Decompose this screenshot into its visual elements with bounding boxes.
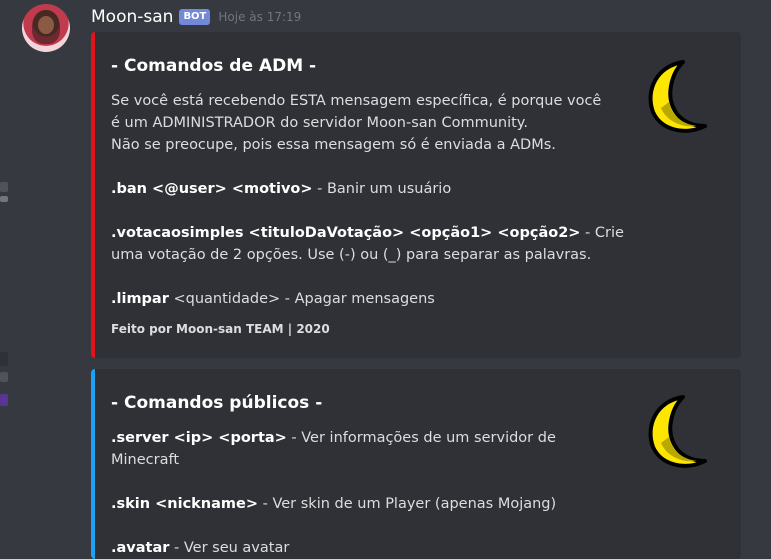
- command-line: .ban <@user> <motivo> - Banir um usuário: [111, 178, 624, 200]
- intro-line: é um ADMINISTRADOR do servidor Moon-san …: [111, 115, 528, 131]
- strip-mark: [0, 372, 8, 382]
- command-desc: - Ver informações de um servidor de: [286, 430, 556, 446]
- command-desc: - Crie: [580, 225, 624, 241]
- intro-line: Não se preocupe, pois essa mensagem só é…: [111, 137, 556, 153]
- command-line: .server <ip> <porta> - Ver informações d…: [111, 427, 556, 449]
- intro-line: Se você está recebendo ESTA mensagem esp…: [111, 93, 602, 109]
- command-name: .limpar: [111, 291, 169, 307]
- bot-tag: BOT: [179, 9, 211, 25]
- crescent-moon-icon[interactable]: [639, 56, 719, 136]
- strip-mark: [0, 182, 8, 192]
- crescent-moon-icon[interactable]: [639, 391, 719, 471]
- command-desc-continued: Minecraft: [111, 452, 180, 468]
- command-line: .limpar <quantidade> - Apagar mensagens: [111, 288, 624, 310]
- embed-description: .server <ip> <porta> - Ver informações d…: [111, 427, 556, 559]
- command-desc: - Ver skin de um Player (apenas Mojang): [258, 496, 557, 512]
- embed-adm-commands: - Comandos de ADM - Se você está receben…: [91, 32, 741, 358]
- command-name: .server <ip> <porta>: [111, 430, 287, 446]
- timestamp[interactable]: Hoje às 17:19: [218, 10, 301, 24]
- command-line: .avatar - Ver seu avatar: [111, 537, 556, 559]
- username[interactable]: Moon-san: [91, 7, 173, 27]
- command-desc: - Banir um usuário: [312, 181, 452, 197]
- command-name: .ban <@user> <motivo>: [111, 181, 313, 197]
- strip-mark: [0, 352, 8, 366]
- strip-mark: [0, 394, 8, 406]
- command-desc: - Ver seu avatar: [169, 540, 290, 556]
- embed-footer: Feito por Moon-san TEAM | 2020: [111, 322, 330, 336]
- avatar-face: [38, 16, 54, 34]
- command-name: .votacaosimples <tituloDaVotação> <opção…: [111, 225, 581, 241]
- command-desc: <quantidade> - Apagar mensagens: [168, 291, 435, 307]
- embed-public-commands: - Comandos públicos - .server <ip> <port…: [91, 369, 741, 559]
- command-line: .votacaosimples <tituloDaVotação> <opção…: [111, 222, 624, 244]
- command-name: .skin <nickname>: [111, 496, 259, 512]
- embed-color-bar: [91, 369, 95, 559]
- command-name: .avatar: [111, 540, 170, 556]
- embed-title: - Comandos públicos -: [111, 393, 323, 413]
- embed-description: Se você está recebendo ESTA mensagem esp…: [111, 90, 624, 310]
- embed-color-bar: [91, 32, 95, 358]
- message-header: Moon-san BOT Hoje às 17:19: [91, 5, 301, 29]
- command-desc-continued: uma votação de 2 opções. Use (-) ou (_) …: [111, 247, 592, 263]
- left-panel-edge: [0, 0, 10, 547]
- embed-title: - Comandos de ADM -: [111, 56, 317, 76]
- command-line: .skin <nickname> - Ver skin de um Player…: [111, 493, 556, 515]
- avatar[interactable]: [22, 4, 70, 52]
- strip-mark: [0, 196, 8, 202]
